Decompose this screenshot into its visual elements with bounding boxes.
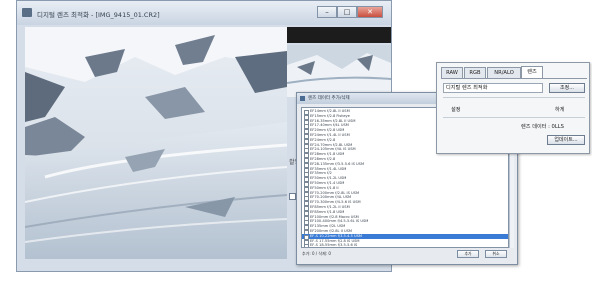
tab-rgb[interactable]: RGB [464,67,486,78]
divider [443,97,585,98]
maximize-button[interactable]: □ [337,6,357,18]
settings-panel: RAW RGB NR/ALO 렌즈 디지털 렌즈 최적화 조정... 설정 하게… [436,62,590,154]
lens-list-item[interactable]: EF-S 18-55mm f/3.5-5.6 IS [302,243,508,248]
tab-raw[interactable]: RAW [441,67,463,78]
thumbnail-image [287,45,391,97]
setting-label: 설정 [451,107,461,113]
dialog-title: 렌즈 데이터 추가/삭제 [308,96,350,101]
dialog-app-icon [300,96,305,101]
tab-nr-alo[interactable]: NR/ALO [487,67,521,78]
tab-divider [441,78,587,79]
image-preview[interactable] [25,27,287,259]
app-icon [22,8,32,17]
toolbar-strip [287,27,391,43]
title-bar[interactable]: 디지털 렌즈 최적화 - [IMG_9415_01.CR2] – □ ✕ [17,1,391,25]
window-title: 디지털 렌즈 최적화 - [IMG_9415_01.CR2] [37,11,160,19]
lens-name-field: 디지털 렌즈 최적화 [443,83,543,93]
divider [443,117,585,118]
navigator-thumbnail[interactable] [287,45,391,97]
lens-item-label: EF-S 18-55mm f/3.5-5.6 IS [310,243,358,248]
setting-value: 하게 [555,107,565,113]
close-button[interactable]: ✕ [357,6,383,18]
lens-data-label: 렌즈 데이터 : 0LLS [521,124,564,130]
minimize-button[interactable]: – [317,6,337,18]
dialog-status: 추가: 0 / 삭제: 0 [302,251,331,256]
settings-checkbox[interactable] [289,193,296,200]
tab-lens[interactable]: 렌즈 [521,66,543,78]
update-button[interactable]: 업데이트... [547,135,585,145]
lens-checkbox[interactable] [304,244,309,247]
glacier-photo [25,27,287,259]
dialog-cancel-button[interactable]: 취소 [485,250,507,258]
adjust-button[interactable]: 조정... [549,83,585,93]
dialog-ok-button[interactable]: 추가 [457,250,479,258]
